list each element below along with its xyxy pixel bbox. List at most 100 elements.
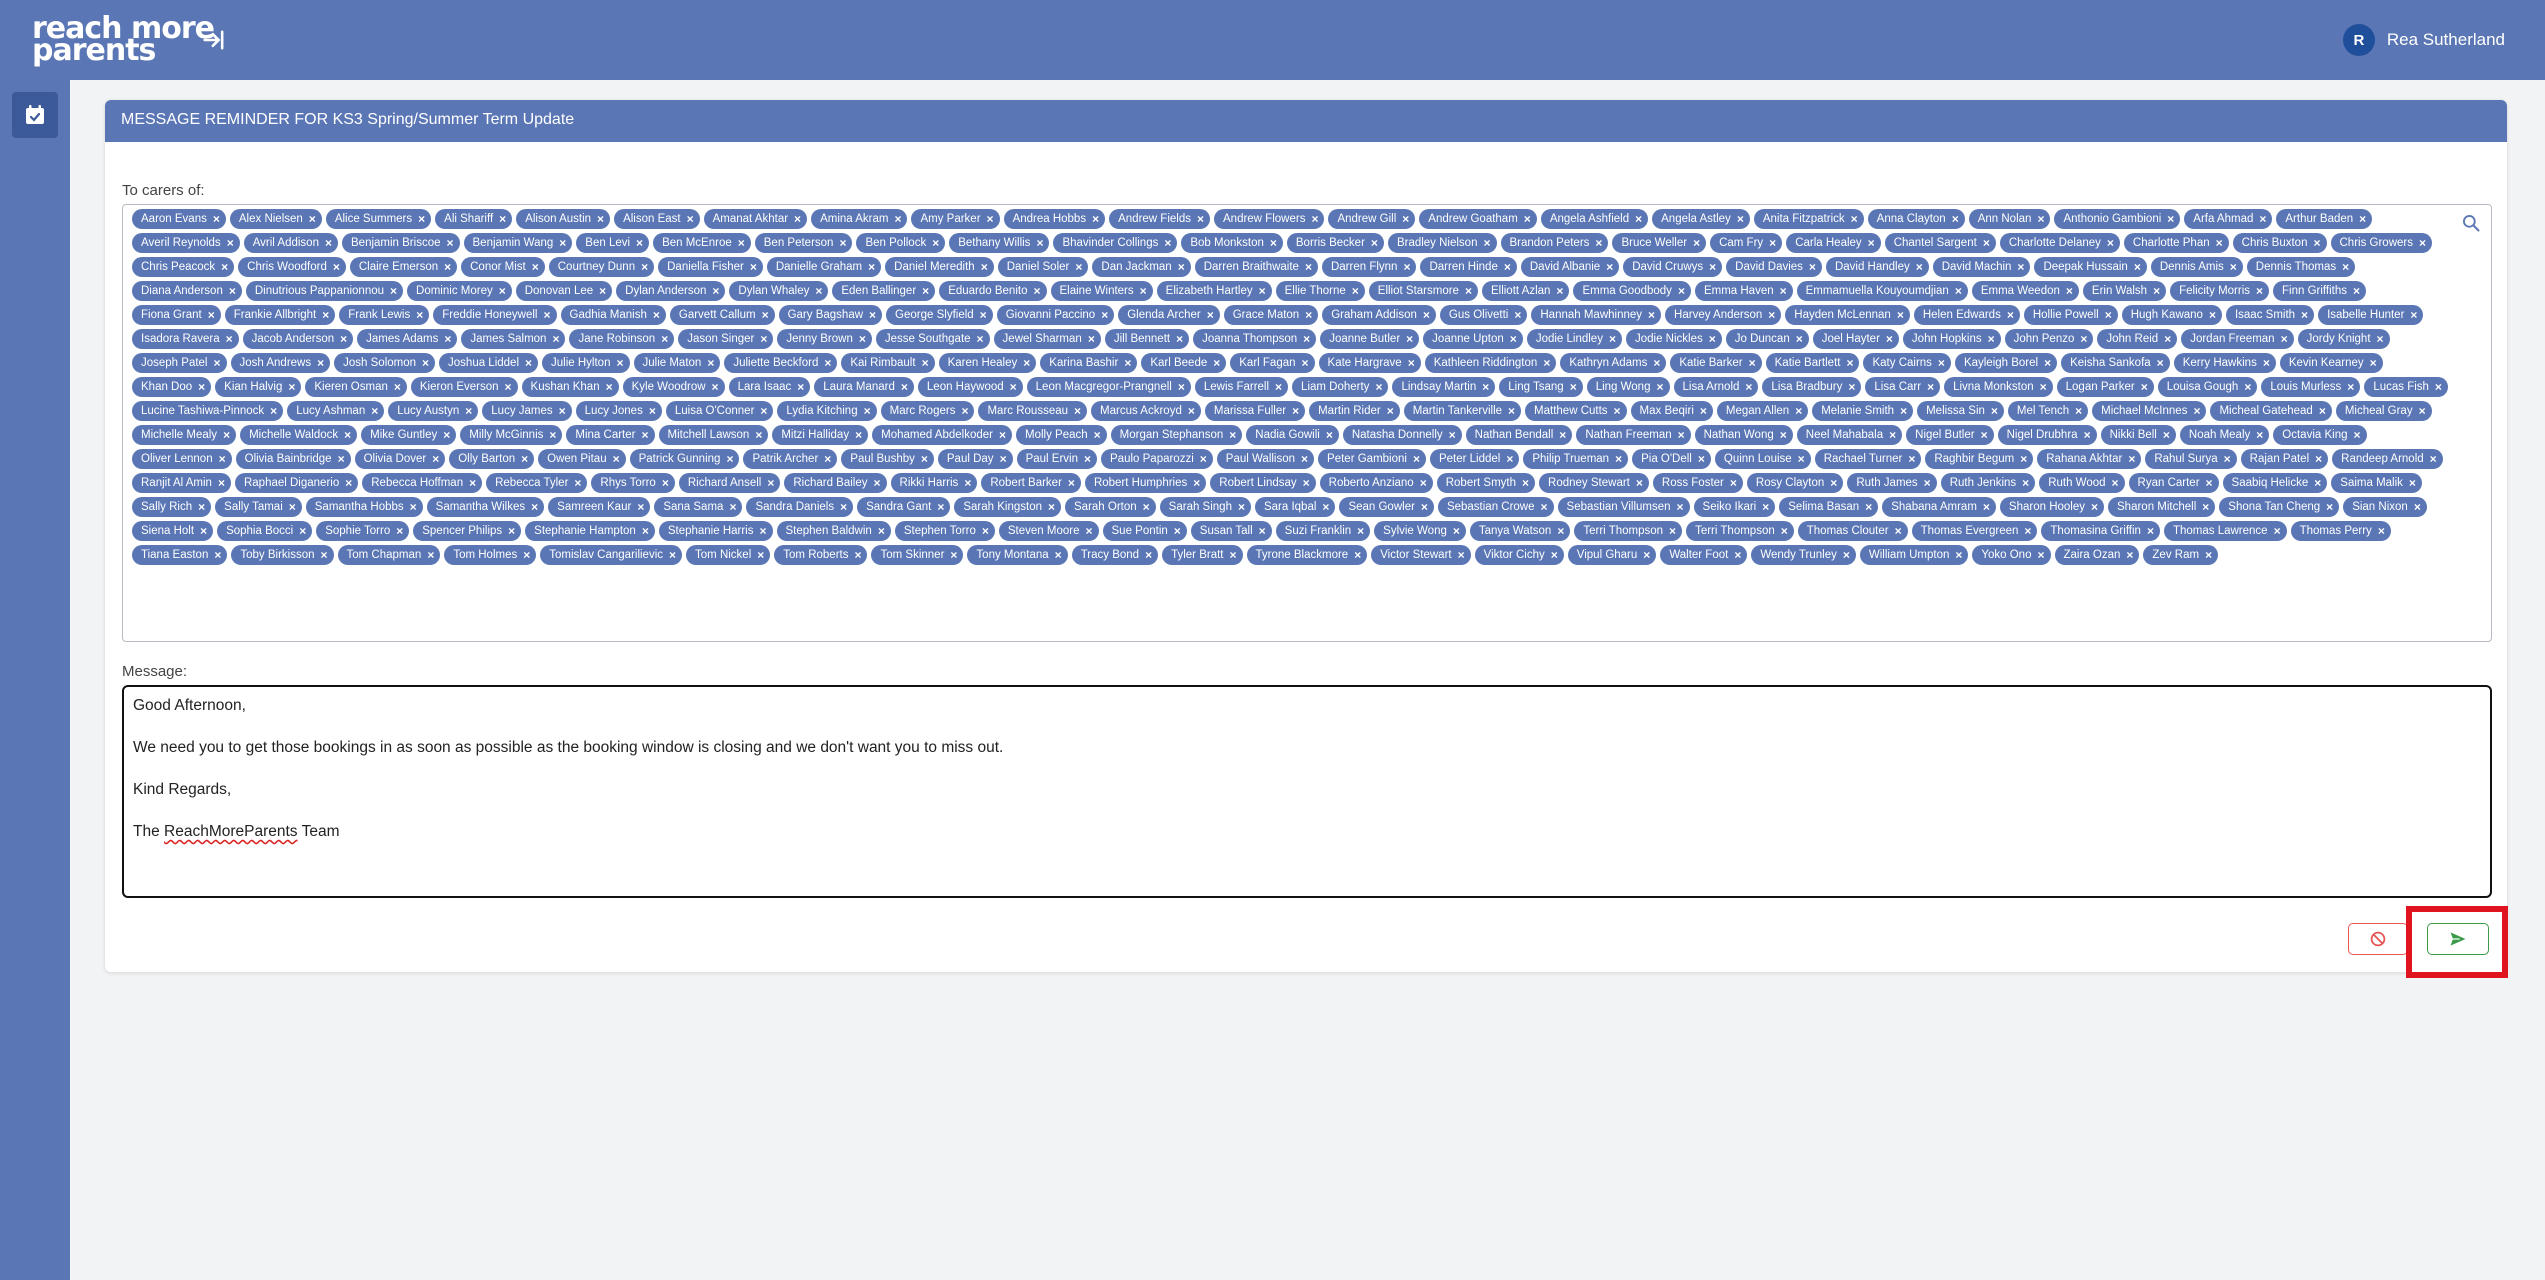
chip-remove-icon[interactable]: × — [1176, 332, 1183, 346]
chip-remove-icon[interactable]: × — [1730, 476, 1737, 490]
chip-remove-icon[interactable]: × — [1848, 380, 1855, 394]
chip-remove-icon[interactable]: × — [2022, 476, 2029, 490]
chip-remove-icon[interactable]: × — [2378, 524, 2385, 538]
chip-remove-icon[interactable]: × — [226, 332, 233, 346]
chip-remove-icon[interactable]: × — [1551, 548, 1558, 562]
chip-remove-icon[interactable]: × — [1033, 284, 1040, 298]
chip-remove-icon[interactable]: × — [2430, 452, 2437, 466]
chip-remove-icon[interactable]: × — [641, 428, 648, 442]
chip-remove-icon[interactable]: × — [1981, 428, 1988, 442]
chip-remove-icon[interactable]: × — [444, 260, 451, 274]
chip-remove-icon[interactable]: × — [2037, 212, 2044, 226]
chip-remove-icon[interactable]: × — [2075, 404, 2082, 418]
chip-remove-icon[interactable]: × — [559, 404, 566, 418]
chip-remove-icon[interactable]: × — [1656, 380, 1663, 394]
chip-remove-icon[interactable]: × — [213, 212, 220, 226]
chip-remove-icon[interactable]: × — [338, 452, 345, 466]
chip-remove-icon[interactable]: × — [1270, 236, 1277, 250]
chip-remove-icon[interactable]: × — [937, 500, 944, 514]
chip-remove-icon[interactable]: × — [1406, 332, 1413, 346]
chip-remove-icon[interactable]: × — [1084, 452, 1091, 466]
chip-remove-icon[interactable]: × — [932, 236, 939, 250]
chip-remove-icon[interactable]: × — [1238, 500, 1245, 514]
chip-remove-icon[interactable]: × — [1193, 476, 1200, 490]
chip-remove-icon[interactable]: × — [854, 548, 861, 562]
chip-remove-icon[interactable]: × — [1643, 548, 1650, 562]
chip-remove-icon[interactable]: × — [1700, 404, 1707, 418]
chip-remove-icon[interactable]: × — [1200, 452, 1207, 466]
chip-remove-icon[interactable]: × — [2370, 356, 2377, 370]
chip-remove-icon[interactable]: × — [2230, 260, 2237, 274]
chip-remove-icon[interactable]: × — [1927, 380, 1934, 394]
chip-remove-icon[interactable]: × — [446, 236, 453, 250]
chip-remove-icon[interactable]: × — [662, 476, 669, 490]
chip-remove-icon[interactable]: × — [2435, 380, 2442, 394]
chip-remove-icon[interactable]: × — [797, 380, 804, 394]
chip-remove-icon[interactable]: × — [1737, 212, 1744, 226]
chip-remove-icon[interactable]: × — [1830, 476, 1837, 490]
chip-remove-icon[interactable]: × — [1506, 452, 1513, 466]
chip-remove-icon[interactable]: × — [499, 284, 506, 298]
chip-remove-icon[interactable]: × — [874, 476, 881, 490]
chip-remove-icon[interactable]: × — [815, 284, 822, 298]
chip-remove-icon[interactable]: × — [396, 524, 403, 538]
chip-remove-icon[interactable]: × — [864, 404, 871, 418]
chip-remove-icon[interactable]: × — [1311, 212, 1318, 226]
chip-remove-icon[interactable]: × — [418, 212, 425, 226]
chip-remove-icon[interactable]: × — [2410, 308, 2417, 322]
chip-remove-icon[interactable]: × — [2007, 308, 2014, 322]
chip-remove-icon[interactable]: × — [1449, 428, 1456, 442]
chip-remove-icon[interactable]: × — [2301, 308, 2308, 322]
chip-remove-icon[interactable]: × — [669, 548, 676, 562]
chip-remove-icon[interactable]: × — [1230, 548, 1237, 562]
chip-remove-icon[interactable]: × — [1900, 404, 1907, 418]
chip-remove-icon[interactable]: × — [1048, 500, 1055, 514]
chip-remove-icon[interactable]: × — [2202, 500, 2209, 514]
chip-remove-icon[interactable]: × — [2105, 308, 2112, 322]
chip-remove-icon[interactable]: × — [1188, 404, 1195, 418]
chip-remove-icon[interactable]: × — [687, 212, 694, 226]
chip-remove-icon[interactable]: × — [1010, 380, 1017, 394]
chip-remove-icon[interactable]: × — [1983, 500, 1990, 514]
chip-remove-icon[interactable]: × — [1094, 428, 1101, 442]
chip-remove-icon[interactable]: × — [1780, 284, 1787, 298]
chip-remove-icon[interactable]: × — [1354, 548, 1361, 562]
chip-remove-icon[interactable]: × — [1259, 284, 1266, 298]
chip-remove-icon[interactable]: × — [894, 212, 901, 226]
chip-remove-icon[interactable]: × — [219, 452, 226, 466]
chip-remove-icon[interactable]: × — [1174, 524, 1181, 538]
chip-remove-icon[interactable]: × — [2167, 212, 2174, 226]
chip-remove-icon[interactable]: × — [921, 452, 928, 466]
recipients-field[interactable]: Aaron Evans × Alex Nielsen × Alice Summers × A… — [122, 204, 2492, 642]
chip-remove-icon[interactable]: × — [309, 212, 316, 226]
chip-remove-icon[interactable]: × — [2419, 404, 2426, 418]
chip-remove-icon[interactable]: × — [1908, 452, 1915, 466]
chip-remove-icon[interactable]: × — [208, 308, 215, 322]
chip-remove-icon[interactable]: × — [1609, 332, 1616, 346]
chip-remove-icon[interactable]: × — [840, 500, 847, 514]
chip-remove-icon[interactable]: × — [982, 524, 989, 538]
chip-remove-icon[interactable]: × — [878, 524, 885, 538]
chip-remove-icon[interactable]: × — [1145, 548, 1152, 562]
search-icon[interactable] — [2461, 213, 2481, 233]
chip-remove-icon[interactable]: × — [2147, 524, 2154, 538]
chip-remove-icon[interactable]: × — [1458, 548, 1465, 562]
chip-remove-icon[interactable]: × — [549, 428, 556, 442]
chip-remove-icon[interactable]: × — [2326, 500, 2333, 514]
chip-remove-icon[interactable]: × — [599, 284, 606, 298]
chip-remove-icon[interactable]: × — [859, 332, 866, 346]
chip-remove-icon[interactable]: × — [1213, 356, 1220, 370]
chip-remove-icon[interactable]: × — [2313, 236, 2320, 250]
chip-remove-icon[interactable]: × — [1086, 524, 1093, 538]
chip-remove-icon[interactable]: × — [1207, 308, 1214, 322]
chip-remove-icon[interactable]: × — [416, 308, 423, 322]
chip-remove-icon[interactable]: × — [214, 548, 221, 562]
chip-remove-icon[interactable]: × — [1088, 332, 1095, 346]
chip-remove-icon[interactable]: × — [2157, 356, 2164, 370]
chip-remove-icon[interactable]: × — [1749, 356, 1756, 370]
chip-remove-icon[interactable]: × — [1595, 236, 1602, 250]
chip-remove-icon[interactable]: × — [1522, 476, 1529, 490]
chip-remove-icon[interactable]: × — [1305, 260, 1312, 274]
chip-remove-icon[interactable]: × — [2244, 380, 2251, 394]
chip-remove-icon[interactable]: × — [1421, 500, 1428, 514]
